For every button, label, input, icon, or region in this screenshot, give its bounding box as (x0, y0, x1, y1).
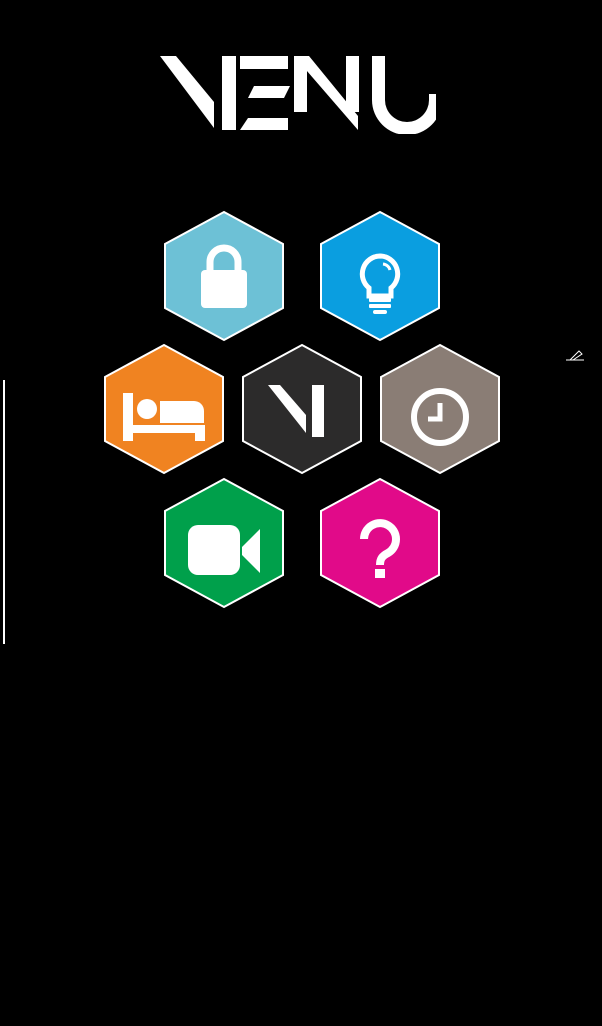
bed-tile[interactable] (102, 343, 226, 475)
scroll-indicator[interactable] (3, 380, 5, 644)
help-tile[interactable] (318, 477, 442, 609)
lighting-tile[interactable] (318, 210, 442, 342)
clock-tile[interactable] (378, 343, 502, 475)
menu-title-logo: MENU (158, 54, 442, 135)
edit-icon[interactable] (565, 348, 585, 361)
video-tile[interactable] (162, 477, 286, 609)
lock-tile[interactable] (162, 210, 286, 342)
home-tile[interactable] (240, 343, 364, 475)
